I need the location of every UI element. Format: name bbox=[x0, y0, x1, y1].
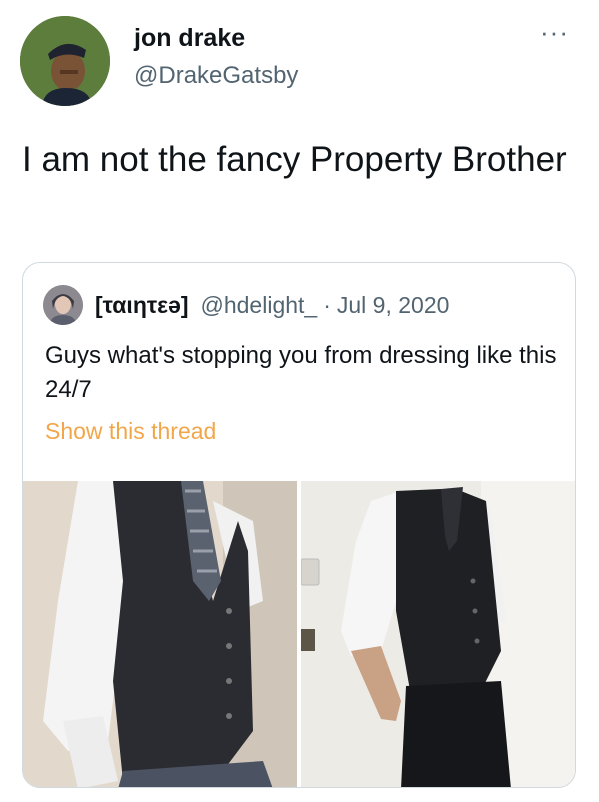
quoted-tweet-date[interactable]: Jul 9, 2020 bbox=[337, 292, 450, 319]
tweet-text: I am not the fancy Property Brother bbox=[22, 140, 567, 179]
tweet-photo-right[interactable] bbox=[301, 481, 575, 787]
show-thread-link[interactable]: Show this thread bbox=[45, 418, 216, 445]
quoted-tweet-text: Guys what's stopping you from dressing l… bbox=[45, 342, 557, 403]
quoted-tweet-header: [ταιητεә] @hdelight_ · Jul 9, 2020 bbox=[43, 285, 449, 325]
quoted-author-handle[interactable]: @hdelight_ bbox=[201, 292, 318, 319]
tweet-photo-left[interactable] bbox=[23, 481, 297, 787]
quoted-author-name[interactable]: [ταιητεә] bbox=[95, 292, 189, 319]
author-avatar[interactable] bbox=[20, 16, 110, 106]
more-options-icon[interactable]: ··· bbox=[540, 19, 569, 45]
author-handle[interactable]: @DrakeGatsby bbox=[134, 62, 298, 90]
quoted-tweet-card[interactable]: [ταιητεә] @hdelight_ · Jul 9, 2020 Guys … bbox=[22, 262, 576, 788]
quoted-author-avatar[interactable] bbox=[43, 285, 83, 325]
author-name[interactable]: jon drake bbox=[134, 24, 245, 53]
meta-separator: · bbox=[323, 291, 331, 318]
